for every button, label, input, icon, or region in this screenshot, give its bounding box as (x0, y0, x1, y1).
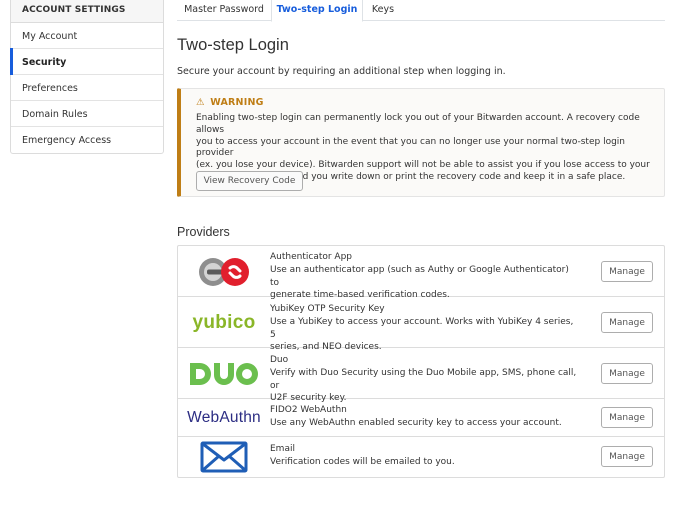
provider-description-line: Use a YubiKey to access your account. Wo… (270, 316, 574, 340)
warning-title-text: WARNING (210, 97, 264, 108)
envelope-icon (178, 437, 270, 477)
provider-description-line: Use any WebAuthn enabled security key to… (270, 417, 562, 428)
authenticator-app-icon (178, 246, 270, 297)
provider-email: Email Verification codes will be emailed… (178, 437, 664, 477)
provider-authenticator-text: Authenticator App Use an authenticator a… (270, 251, 580, 302)
warning-line: you to access your account in the event … (196, 136, 625, 159)
yubico-logo-text: yubico (192, 311, 256, 333)
provider-name: Authenticator App (270, 252, 353, 262)
duo-logo (178, 348, 270, 399)
sidebar-header: ACCOUNT SETTINGS (11, 0, 163, 23)
manage-email-button[interactable]: Manage (601, 446, 653, 467)
webauthn-logo: WebAuthn (178, 399, 270, 437)
sidebar-item-domain-rules[interactable]: Domain Rules (11, 101, 163, 127)
tab-two-step-login[interactable]: Two-step Login (271, 0, 363, 22)
provider-authenticator: Authenticator App Use an authenticator a… (178, 246, 664, 300)
view-recovery-code-button[interactable]: View Recovery Code (196, 171, 303, 191)
provider-duo-text: Duo Verify with Duo Security using the D… (270, 354, 580, 405)
provider-name: FIDO2 WebAuthn (270, 405, 347, 415)
yubico-logo: yubico (178, 297, 270, 348)
provider-description-line: Use an authenticator app (such as Authy … (270, 264, 569, 288)
page-title: Two-step Login (177, 36, 289, 54)
webauthn-logo-text: WebAuthn (187, 409, 261, 426)
provider-description-line: Verification codes will be emailed to yo… (270, 456, 455, 467)
page-description: Secure your account by requiring an addi… (177, 66, 506, 77)
providers-list: Authenticator App Use an authenticator a… (177, 245, 665, 478)
account-settings-sidebar: ACCOUNT SETTINGS My Account Security Pre… (10, 0, 164, 154)
manage-duo-button[interactable]: Manage (601, 363, 653, 384)
warning-triangle-icon: ⚠ (196, 97, 205, 108)
provider-yubikey: yubico YubiKey OTP Security Key Use a Yu… (178, 297, 664, 352)
provider-webauthn: WebAuthn FIDO2 WebAuthn Use any WebAuthn… (178, 399, 664, 437)
sidebar-item-my-account[interactable]: My Account (11, 23, 163, 49)
manage-authenticator-button[interactable]: Manage (601, 261, 653, 282)
warning-callout: ⚠ WARNING Enabling two-step login can pe… (177, 88, 665, 197)
provider-name: YubiKey OTP Security Key (270, 304, 385, 314)
provider-description-line: Verify with Duo Security using the Duo M… (270, 367, 577, 391)
provider-yubikey-text: YubiKey OTP Security Key Use a YubiKey t… (270, 303, 580, 354)
provider-name: Email (270, 444, 295, 454)
sidebar-item-emergency-access[interactable]: Emergency Access (11, 127, 163, 153)
manage-yubikey-button[interactable]: Manage (601, 312, 653, 333)
tab-master-password[interactable]: Master Password (177, 0, 271, 21)
provider-webauthn-text: FIDO2 WebAuthn Use any WebAuthn enabled … (270, 404, 580, 430)
security-tabs: Master Password Two-step Login Keys (177, 0, 665, 22)
providers-heading: Providers (177, 225, 230, 239)
sidebar-item-preferences[interactable]: Preferences (11, 75, 163, 101)
warning-line: Enabling two-step login can permanently … (196, 113, 640, 135)
manage-webauthn-button[interactable]: Manage (601, 407, 653, 428)
provider-name: Duo (270, 355, 289, 365)
sidebar-item-security[interactable]: Security (10, 48, 163, 75)
tab-keys[interactable]: Keys (363, 0, 403, 21)
provider-email-text: Email Verification codes will be emailed… (270, 443, 580, 469)
warning-title: ⚠ WARNING (196, 97, 264, 108)
provider-duo: Duo Verify with Duo Security using the D… (178, 348, 664, 403)
